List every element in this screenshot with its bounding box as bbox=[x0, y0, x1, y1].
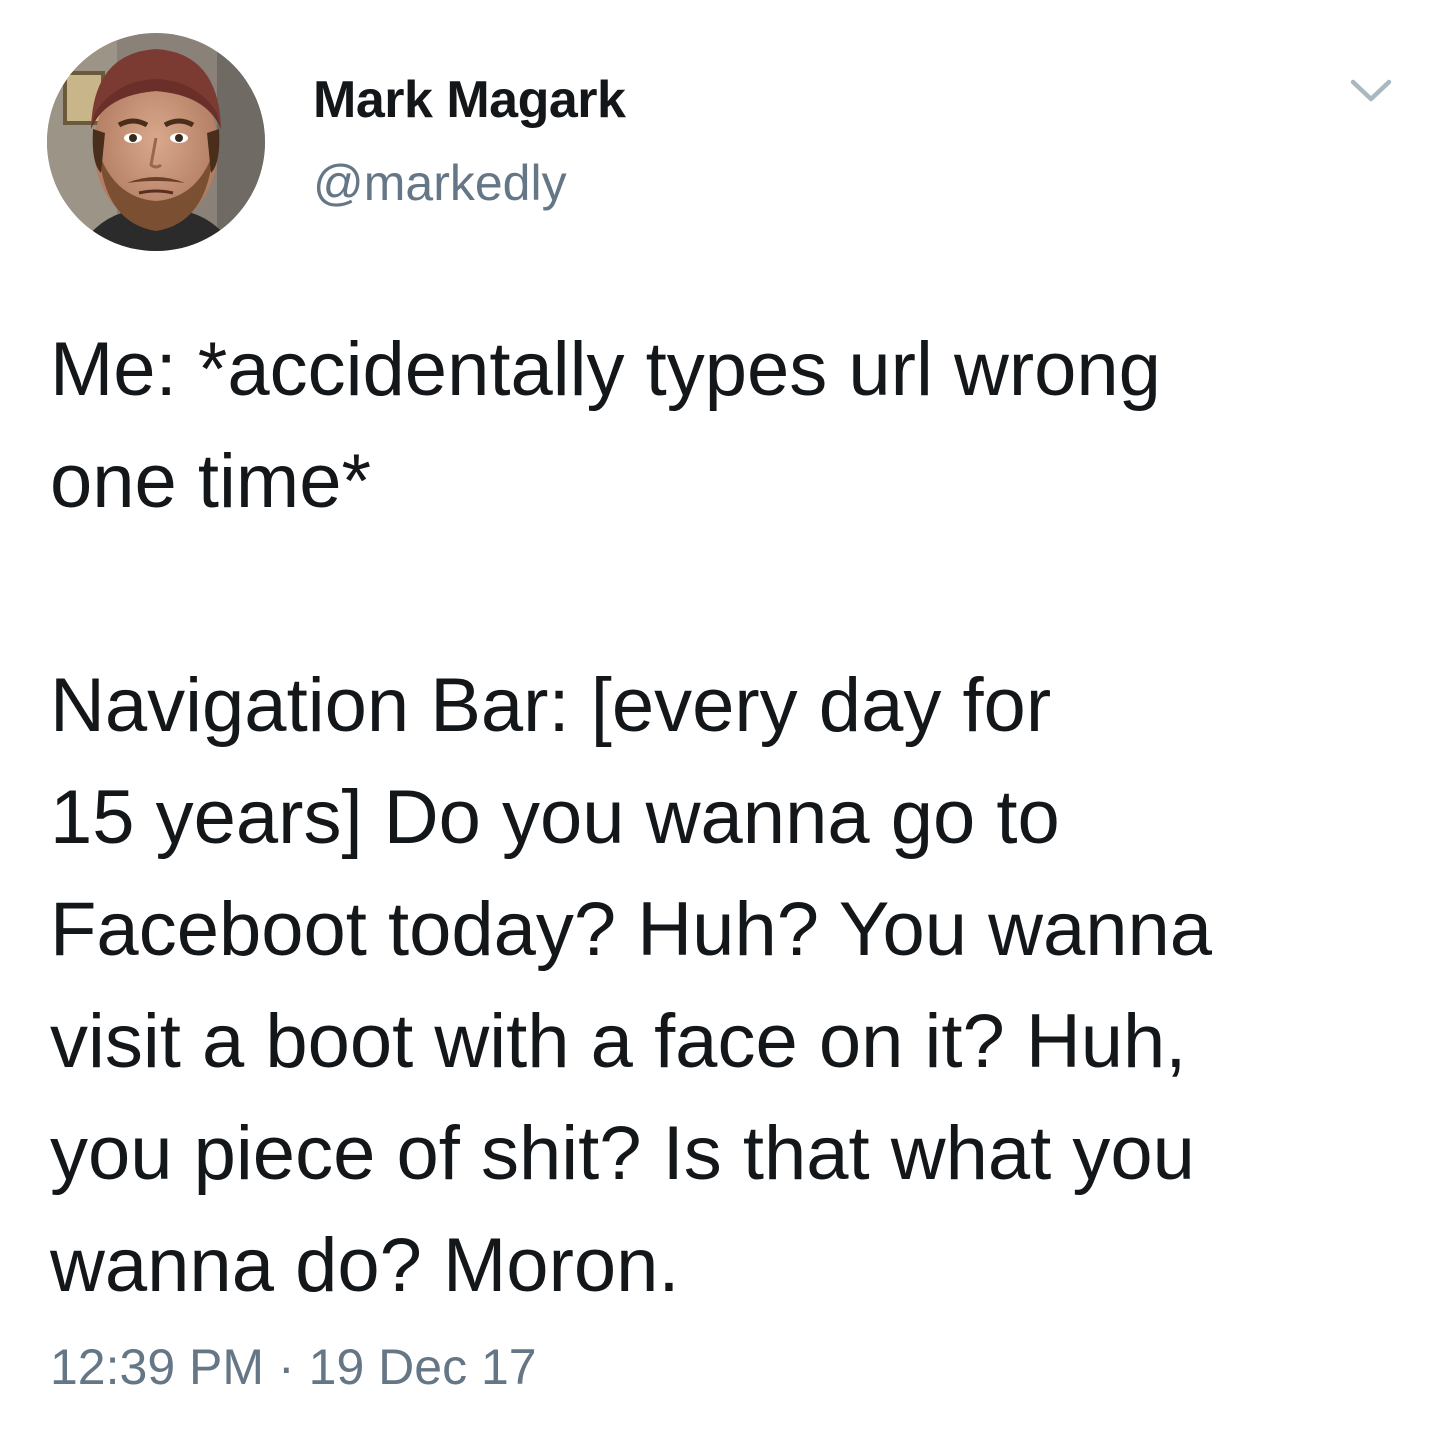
tweet-time: 12:39 PM bbox=[50, 1339, 265, 1395]
user-avatar[interactable] bbox=[47, 33, 265, 251]
tweet-menu-button[interactable] bbox=[1350, 78, 1392, 104]
tweet-timestamp[interactable]: 12:39 PM · 19 Dec 17 bbox=[50, 1338, 537, 1396]
author-handle[interactable]: @markedly bbox=[313, 154, 567, 212]
avatar-photo-icon bbox=[47, 33, 265, 251]
author-display-name[interactable]: Mark Magark bbox=[313, 70, 626, 130]
tweet-text: Me: *accidentally types url wrong one ti… bbox=[50, 327, 1213, 1308]
tweet-card: Mark Magark @markedly Me: *accidentally … bbox=[0, 0, 1440, 1431]
tweet-date: 19 Dec 17 bbox=[308, 1339, 537, 1395]
timestamp-separator: · bbox=[278, 1339, 295, 1395]
chevron-down-icon bbox=[1350, 79, 1392, 102]
